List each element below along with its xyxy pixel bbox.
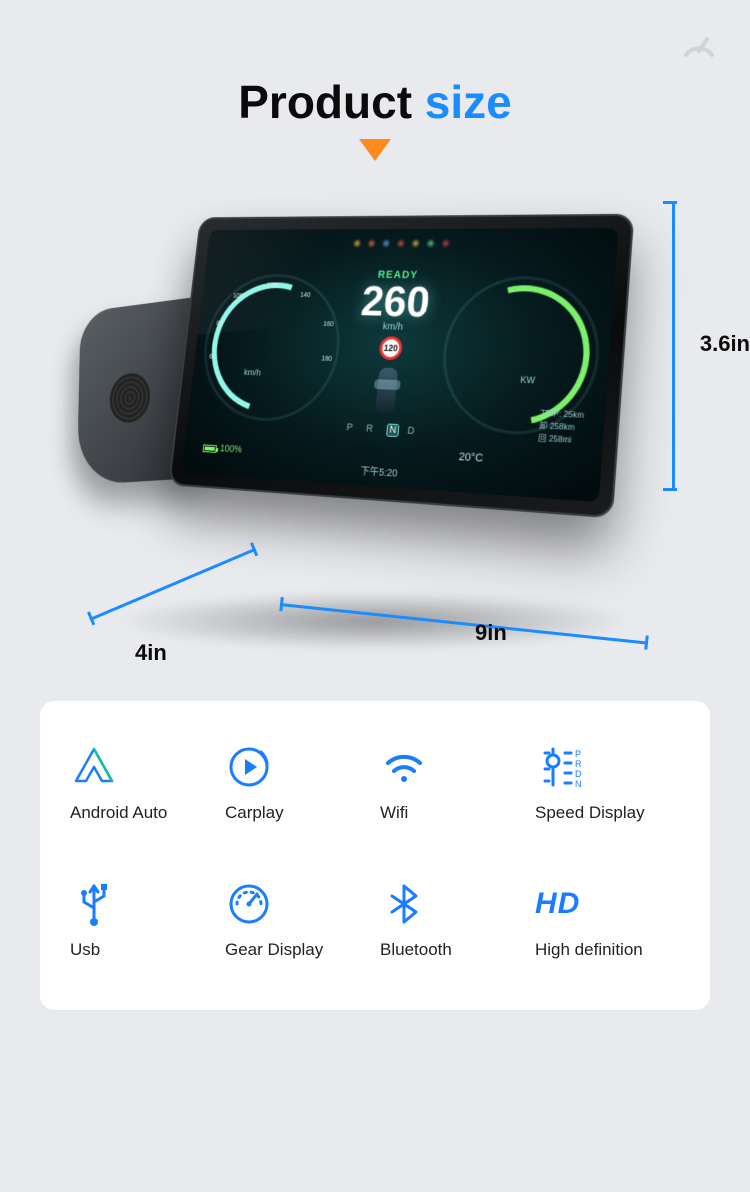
gear-display-icon xyxy=(225,878,370,930)
android-auto-icon xyxy=(70,741,215,793)
title-word-2: size xyxy=(425,76,512,128)
feature-gear-display: Gear Display xyxy=(225,878,370,960)
car-icon xyxy=(365,367,408,423)
height-dimension-label: 3.6in xyxy=(700,331,750,357)
title-word-1: Product xyxy=(238,76,412,128)
speed-unit-gauge: km/h xyxy=(244,367,262,377)
feature-label: Wifi xyxy=(380,803,525,823)
battery-indicator: 100% xyxy=(202,442,242,455)
feature-label: Carplay xyxy=(225,803,370,823)
height-dimension-line xyxy=(672,201,675,491)
feature-wifi: Wifi xyxy=(380,741,525,823)
wifi-icon xyxy=(380,741,525,793)
feature-label: Usb xyxy=(70,940,215,960)
page-title: Product size xyxy=(0,0,750,129)
svg-text:P: P xyxy=(575,749,581,759)
gear-indicator: P R N D xyxy=(313,421,455,440)
brand-gauge-icon xyxy=(678,25,720,72)
speed-display-icon: P R D N xyxy=(535,741,680,793)
feature-carplay: Carplay xyxy=(225,741,370,823)
carplay-icon xyxy=(225,741,370,793)
power-gauge xyxy=(436,276,604,439)
feature-label: Bluetooth xyxy=(380,940,525,960)
feature-android-auto: Android Auto xyxy=(70,741,215,823)
feature-label: Android Auto xyxy=(70,803,215,823)
trip-info: TRIP: 25km 卸 258km 回 258mi xyxy=(538,407,585,447)
feature-card: Android Auto Carplay Wifi xyxy=(40,701,710,1010)
device-screen: 100 120 140 80 60 160 180 km/h KW READY … xyxy=(168,214,634,519)
feature-speed-display: P R D N Speed Display xyxy=(535,741,680,823)
svg-text:R: R xyxy=(575,759,582,769)
temperature-readout: 20°C xyxy=(458,451,483,465)
bluetooth-icon xyxy=(380,878,525,930)
warning-indicator-row xyxy=(352,239,451,249)
triangle-down-icon xyxy=(359,139,391,161)
svg-text:D: D xyxy=(575,769,582,779)
feature-hd: HD High definition xyxy=(535,878,680,960)
feature-usb: Usb xyxy=(70,878,215,960)
feature-label: Speed Display xyxy=(535,803,680,823)
feature-label: High definition xyxy=(535,940,680,960)
speed-unit: km/h xyxy=(324,320,464,334)
product-diagram: 100 120 140 80 60 160 180 km/h KW READY … xyxy=(55,201,695,641)
usb-icon xyxy=(70,878,215,930)
depth-dimension-label: 4in xyxy=(135,640,167,666)
width-dimension-label: 9in xyxy=(475,620,507,646)
power-unit-label: KW xyxy=(520,375,535,386)
feature-label: Gear Display xyxy=(225,940,370,960)
svg-text:N: N xyxy=(575,779,582,789)
feature-bluetooth: Bluetooth xyxy=(380,878,525,960)
hd-icon: HD xyxy=(535,878,680,930)
